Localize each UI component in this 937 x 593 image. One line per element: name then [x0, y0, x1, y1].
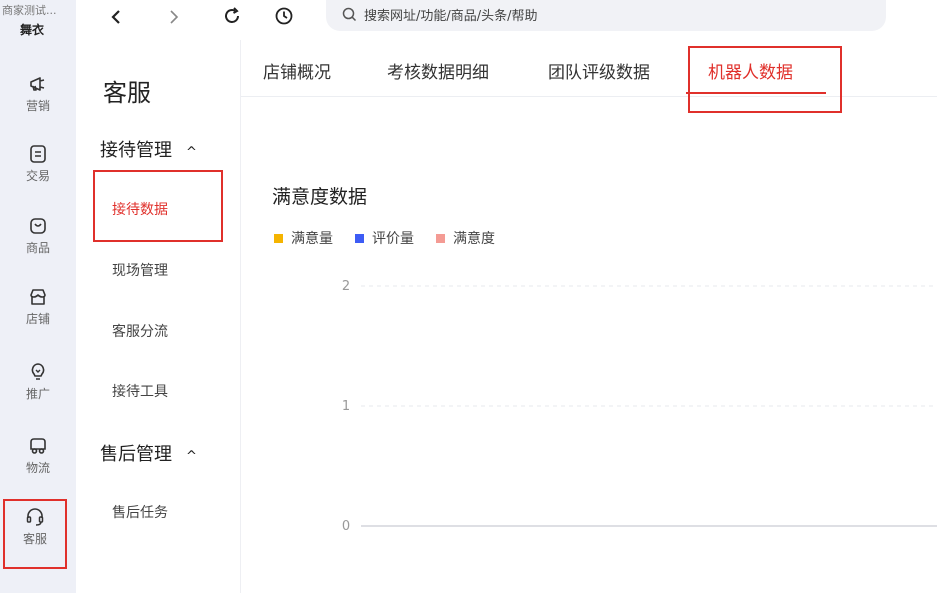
lightbulb-icon	[31, 363, 45, 380]
legend-label: 满意量	[291, 231, 333, 247]
chevron-up-icon: ^	[186, 145, 197, 160]
rail-item-store[interactable]: 店铺	[0, 287, 76, 353]
rail-item-trade[interactable]: 交易	[0, 144, 76, 210]
sidebar-group-after-sales[interactable]: 售后管理 ^	[100, 440, 197, 466]
y-tick-label: 1	[342, 399, 350, 414]
top-bar	[76, 0, 937, 41]
document-icon	[30, 145, 46, 163]
forward-arrow-icon[interactable]	[162, 6, 186, 30]
back-arrow-icon[interactable]	[104, 6, 128, 30]
section-title: 满意度数据	[272, 186, 368, 208]
legend-item[interactable]: 满意度	[436, 228, 495, 248]
history-clock-icon[interactable]	[272, 6, 296, 30]
truck-icon	[30, 438, 46, 454]
legend-label: 满意度	[453, 231, 495, 247]
y-tick-label: 2	[342, 279, 350, 294]
search-icon	[342, 7, 357, 22]
rail-item-label: 营销	[25, 99, 50, 113]
megaphone-icon	[30, 77, 45, 91]
sidebar-group-reception[interactable]: 接待管理 ^	[100, 136, 197, 162]
shop-subtitle: 舞衣	[20, 23, 45, 37]
y-tick-label: 0	[342, 519, 350, 534]
search-input[interactable]	[362, 0, 866, 33]
rail-item-goods[interactable]: 商品	[0, 216, 76, 282]
tab-assessment-details[interactable]: 考核数据明细	[387, 58, 489, 83]
sidebar-item-reception-tools[interactable]: 接待工具	[112, 381, 168, 401]
legend-swatch	[436, 233, 445, 243]
sidebar-item-reception-data[interactable]: 接待数据	[112, 199, 168, 219]
primary-nav-rail: 商家测试... 舞衣 营销 交易 商品 店铺 推广 物流 客服	[0, 0, 77, 593]
main-content: 店铺概况 考核数据明细 团队评级数据 机器人数据 满意度数据 满意量 评价量 满…	[241, 40, 937, 593]
chevron-up-icon: ^	[186, 449, 197, 464]
rail-item-label: 推广	[25, 387, 50, 401]
global-search-bar[interactable]	[326, 0, 886, 33]
sidebar-title: 客服	[103, 79, 151, 107]
group-label: 接待管理	[100, 140, 172, 161]
tab-bar: 店铺概况 考核数据明细 团队评级数据 机器人数据	[241, 40, 937, 113]
group-label: 售后管理	[100, 444, 172, 465]
satisfaction-chart: 2 1 0	[342, 279, 937, 534]
tab-team-rating[interactable]: 团队评级数据	[548, 58, 650, 83]
rail-item-label: 客服	[22, 532, 47, 546]
store-icon	[30, 289, 46, 305]
rail-item-label: 店铺	[25, 312, 50, 326]
active-tab-highlight	[688, 46, 842, 113]
rail-item-logistics[interactable]: 物流	[0, 436, 76, 502]
refresh-icon[interactable]	[220, 6, 244, 30]
rail-item-customer-service[interactable]: 客服	[3, 499, 67, 569]
secondary-sidebar: 客服 接待管理 ^ 接待数据 现场管理 客服分流 接待工具 售后管理 ^ 售后任务	[76, 40, 241, 593]
legend-swatch	[355, 233, 364, 243]
sidebar-item-service-routing[interactable]: 客服分流	[112, 321, 168, 341]
rail-item-marketing[interactable]: 营销	[0, 74, 76, 140]
bag-icon	[30, 218, 46, 234]
legend-label: 评价量	[372, 231, 414, 247]
legend-item[interactable]: 评价量	[355, 228, 414, 248]
tab-store-overview[interactable]: 店铺概况	[263, 58, 331, 83]
headset-icon	[26, 508, 44, 526]
chart-legend: 满意量 评价量 满意度	[274, 228, 495, 248]
legend-swatch	[274, 233, 283, 243]
rail-item-label: 商品	[25, 241, 50, 255]
rail-item-label: 物流	[25, 461, 50, 475]
shop-name[interactable]: 商家测试...	[2, 2, 74, 18]
legend-item[interactable]: 满意量	[274, 228, 333, 248]
rail-item-label: 交易	[25, 169, 50, 183]
sidebar-item-site-management[interactable]: 现场管理	[112, 260, 168, 280]
sidebar-item-after-sales-tasks[interactable]: 售后任务	[112, 502, 168, 522]
rail-item-promotion[interactable]: 推广	[0, 362, 76, 428]
